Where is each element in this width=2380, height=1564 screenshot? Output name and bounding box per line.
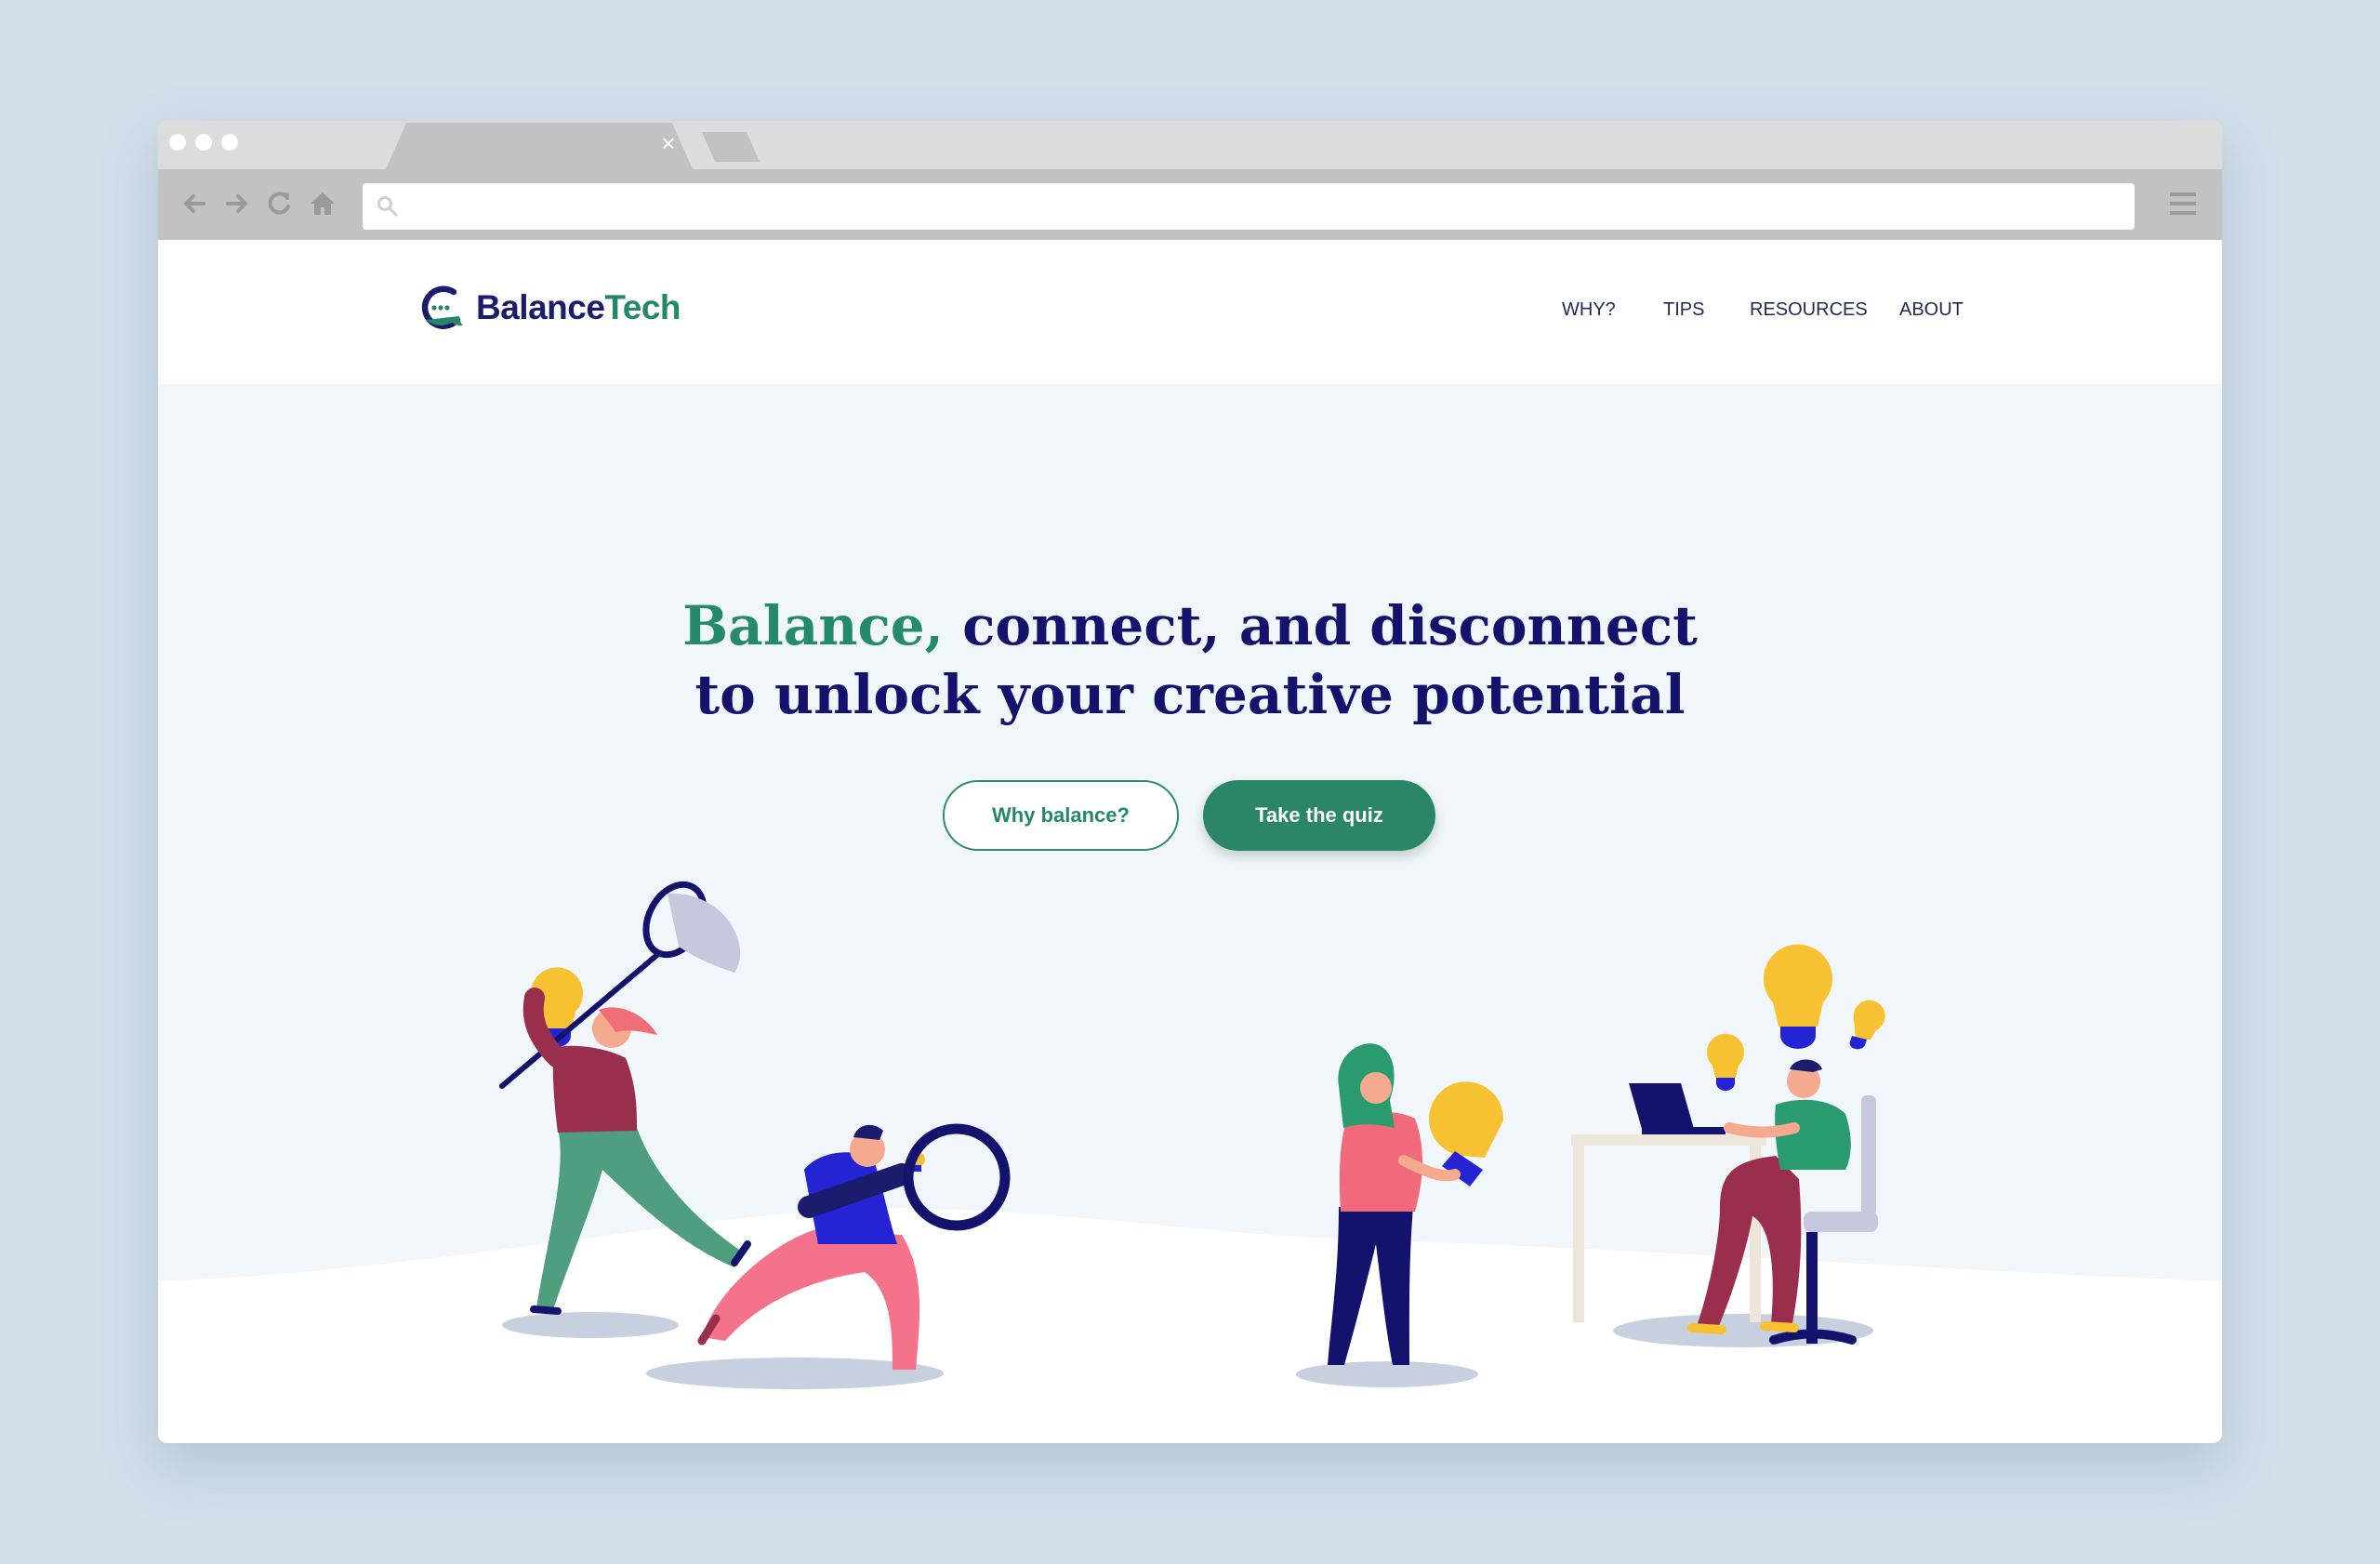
hero-illustration bbox=[158, 881, 2222, 1443]
forward-arrow-icon[interactable] bbox=[221, 188, 253, 219]
reload-icon[interactable] bbox=[264, 188, 296, 219]
new-tab-button[interactable] bbox=[702, 132, 760, 162]
figure-shadow bbox=[1296, 1361, 1478, 1387]
take-quiz-button[interactable]: Take the quiz bbox=[1203, 780, 1435, 851]
browser-tab-active[interactable] bbox=[386, 123, 693, 169]
browser-toolbar bbox=[158, 169, 2222, 240]
close-icon[interactable]: × bbox=[657, 131, 680, 155]
back-arrow-icon[interactable] bbox=[178, 188, 210, 219]
hero-headline: Balance, connect, and disconnect to unlo… bbox=[158, 591, 2222, 729]
lightbulb-icon bbox=[1764, 944, 1832, 1049]
figure-shadow bbox=[502, 1312, 679, 1338]
hero-headline-line1-rest: connect, and disconnect bbox=[943, 594, 1698, 657]
hero-headline-line1: Balance, connect, and disconnect bbox=[158, 591, 2222, 660]
page-viewport: BalanceTech WHY? TIPS RESOURCES ABOUT Ba… bbox=[158, 240, 2222, 1443]
browser-window: × BalanceTech WHY? TIPS RESOURCES ABOUT … bbox=[158, 121, 2222, 1443]
lightbulb-icon bbox=[1707, 1033, 1744, 1091]
window-maximize-dot[interactable] bbox=[221, 134, 238, 151]
window-minimize-dot[interactable] bbox=[195, 134, 212, 151]
hero-headline-line2: to unlock your creative potential bbox=[694, 663, 1686, 726]
why-balance-button[interactable]: Why balance? bbox=[943, 780, 1179, 851]
window-close-dot[interactable] bbox=[169, 134, 186, 151]
ground-hill bbox=[158, 1208, 2222, 1443]
search-icon bbox=[377, 196, 398, 217]
home-icon[interactable] bbox=[307, 188, 338, 219]
lightbulb-icon bbox=[1849, 1000, 1885, 1050]
laptop-icon bbox=[1629, 1083, 1726, 1134]
hamburger-menu-icon[interactable] bbox=[2168, 190, 2198, 218]
hero-headline-accent: Balance, bbox=[682, 594, 944, 657]
address-bar[interactable] bbox=[363, 183, 2135, 230]
browser-titlebar: × bbox=[158, 121, 2222, 169]
figure-shadow bbox=[1613, 1314, 1873, 1347]
